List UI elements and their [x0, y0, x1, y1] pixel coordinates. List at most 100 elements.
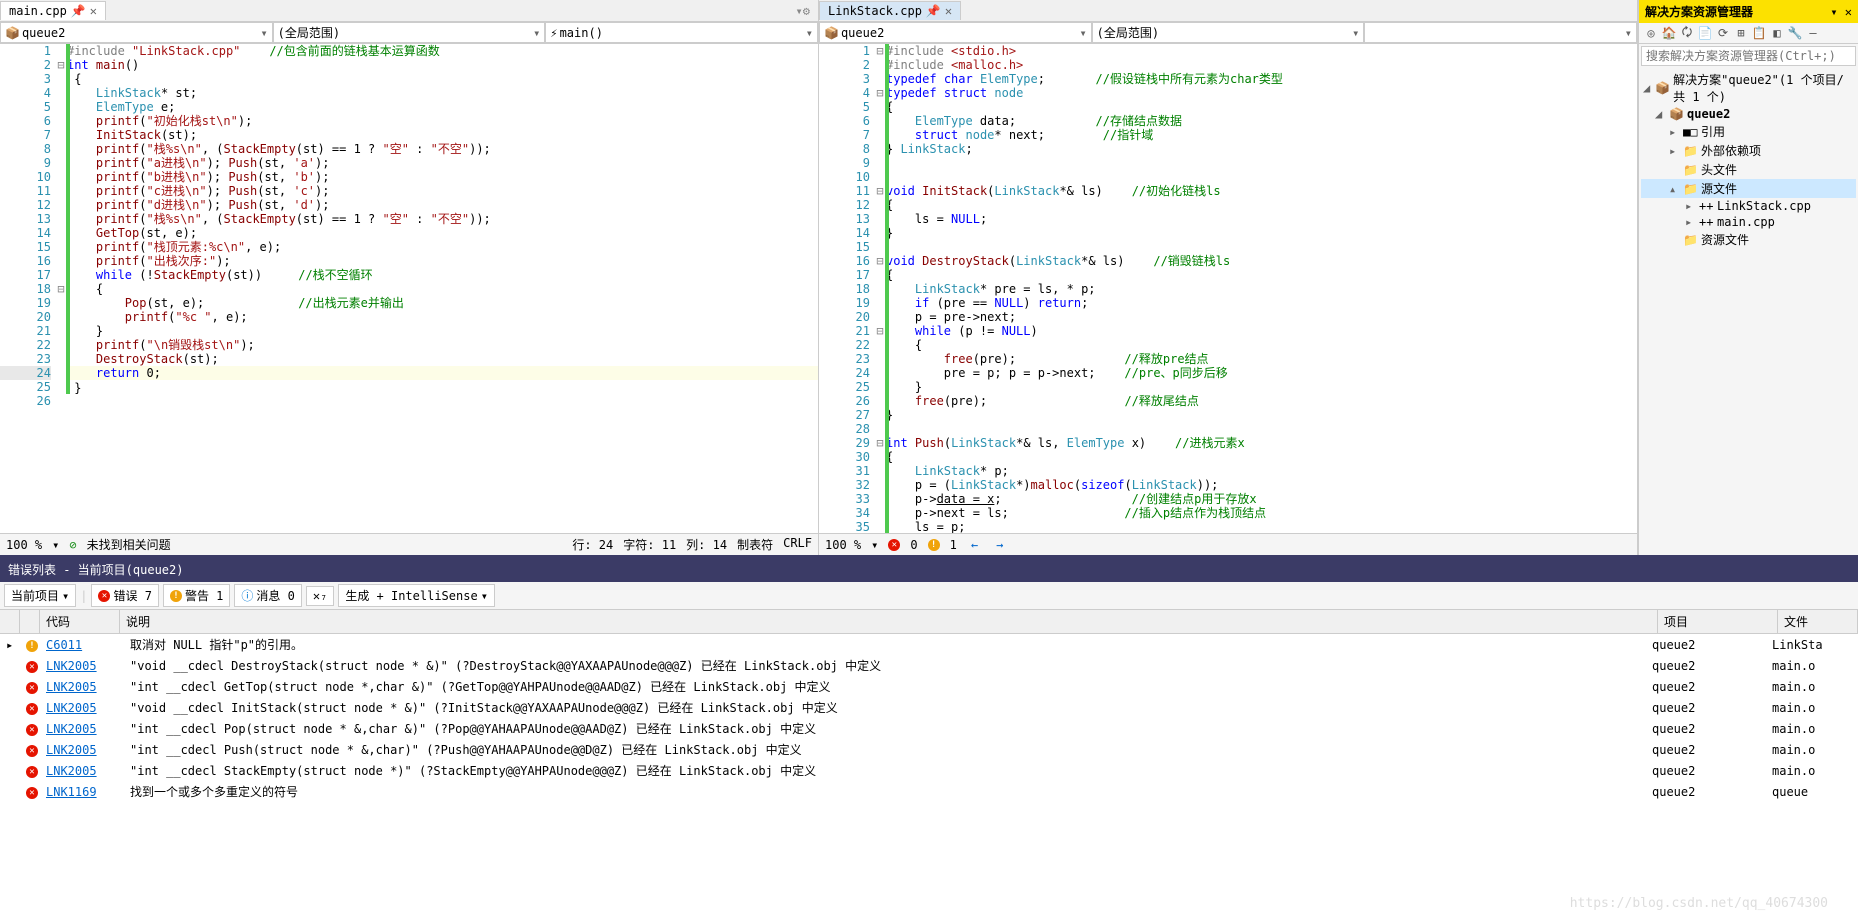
project-icon: 📦 — [1669, 107, 1683, 121]
solution-search[interactable] — [1641, 46, 1856, 66]
col-expand[interactable] — [0, 610, 20, 633]
wrench-icon[interactable]: 🔧 — [1787, 25, 1803, 41]
error-project: queue2 — [1652, 764, 1772, 778]
expand-icon[interactable]: ▸ — [6, 638, 26, 652]
tree-item[interactable]: ▸📁外部依赖项 — [1641, 141, 1856, 160]
pin-icon[interactable]: 📌 — [71, 4, 86, 18]
col-file[interactable]: 文件 — [1778, 610, 1858, 633]
tree-item[interactable]: ▸++main.cpp — [1641, 214, 1856, 230]
status-line: 行: 24 — [572, 536, 613, 553]
expand-icon[interactable]: ▸ — [1685, 215, 1695, 229]
error-row[interactable]: ✕LNK2005"int __cdecl Pop(struct node * &… — [0, 718, 1858, 739]
collapse-icon[interactable]: ◢ — [1655, 107, 1665, 121]
chevron-down-icon[interactable]: ▾ — [52, 538, 59, 552]
prev-error-icon[interactable]: ← — [967, 538, 982, 552]
code-text[interactable]: #include "LinkStack.cpp" //包含前面的链栈基本运算函数… — [67, 44, 818, 533]
error-file: main.o — [1772, 722, 1852, 736]
scope-function[interactable]: ⚡ main()▾ — [545, 22, 818, 43]
show-icon[interactable]: ◧ — [1769, 25, 1785, 41]
error-icon: ✕ — [98, 590, 110, 602]
error-row[interactable]: ✕LNK2005"void __cdecl InitStack(struct n… — [0, 697, 1858, 718]
chevron-down-icon[interactable]: ▾ — [871, 538, 878, 552]
expand-icon[interactable]: ▸ — [1669, 125, 1679, 139]
zoom-level[interactable]: 100 % — [6, 538, 42, 552]
tree-project[interactable]: ◢ 📦 queue2 — [1641, 106, 1856, 122]
close-icon[interactable]: ✕ — [90, 4, 97, 18]
col-code[interactable]: 代码 — [40, 610, 120, 633]
error-header-row: 代码 说明 项目 文件 — [0, 610, 1858, 634]
build-filter[interactable]: 生成 + IntelliSense ▾ — [338, 584, 495, 607]
messages-button[interactable]: ⓘ消息 0 — [234, 584, 301, 607]
sync-icon[interactable]: 🗘 — [1679, 25, 1695, 41]
error-code[interactable]: C6011 — [46, 638, 126, 652]
expand-icon[interactable]: ▴ — [1669, 182, 1679, 196]
error-code[interactable]: LNK2005 — [46, 680, 126, 694]
node-icon: ■□ — [1683, 125, 1697, 139]
right-code-area[interactable]: 1234567891011121314151617181920212223242… — [819, 44, 1637, 533]
next-error-icon[interactable]: → — [992, 538, 1007, 552]
error-code[interactable]: LNK1169 — [46, 785, 126, 799]
error-row[interactable]: ✕LNK2005"int __cdecl GetTop(struct node … — [0, 676, 1858, 697]
home-icon[interactable]: 🏠 — [1661, 25, 1677, 41]
error-project: queue2 — [1652, 701, 1772, 715]
chevron-down-icon[interactable]: ▾ ✕ — [1830, 5, 1852, 19]
expand-icon[interactable]: ▸ — [1669, 144, 1679, 158]
error-code[interactable]: LNK2005 — [46, 659, 126, 673]
zoom-level[interactable]: 100 % — [825, 538, 861, 552]
error-file: main.o — [1772, 701, 1852, 715]
pin-icon[interactable]: 📌 — [926, 4, 941, 18]
error-row[interactable]: ✕LNK2005"int __cdecl Push(struct node * … — [0, 739, 1858, 760]
tree-item[interactable]: ▴📁源文件 — [1641, 179, 1856, 198]
refresh-icon[interactable]: ⟳ — [1715, 25, 1731, 41]
collapse-icon[interactable]: ◢ — [1643, 81, 1651, 95]
search-input[interactable] — [1646, 49, 1851, 63]
scope-global[interactable]: (全局范围)▾ — [1092, 22, 1365, 43]
filter-icon[interactable]: ⊞ — [1733, 25, 1749, 41]
tree-item[interactable]: 📁头文件 — [1641, 160, 1856, 179]
error-code[interactable]: LNK2005 — [46, 764, 126, 778]
change-marker — [66, 44, 70, 394]
expand-icon[interactable]: ▸ — [1685, 199, 1695, 213]
left-code-area[interactable]: 1234567891011121314151617181920212223242… — [0, 44, 818, 533]
error-code[interactable]: LNK2005 — [46, 722, 126, 736]
col-icon[interactable] — [20, 610, 40, 633]
copy-icon[interactable]: 📋 — [1751, 25, 1767, 41]
scope-global[interactable]: (全局范围)▾ — [273, 22, 546, 43]
error-row[interactable]: ✕LNK2005"void __cdecl DestroyStack(struc… — [0, 655, 1858, 676]
error-code[interactable]: LNK2005 — [46, 743, 126, 757]
code-text[interactable]: #include <stdio.h>#include <malloc.h>typ… — [886, 44, 1637, 533]
status-col: 列: 14 — [686, 536, 727, 553]
chevron-down-icon: ▾ — [1079, 26, 1086, 40]
col-desc[interactable]: 说明 — [120, 610, 1658, 633]
error-row[interactable]: ▸!C6011取消对 NULL 指针"p"的引用。queue2LinkSta — [0, 634, 1858, 655]
filter-dropdown[interactable]: 当前项目 ▾ — [4, 584, 76, 607]
expand-icon[interactable] — [1669, 163, 1679, 177]
error-file: main.o — [1772, 743, 1852, 757]
error-file: LinkSta — [1772, 638, 1852, 652]
tab-main-cpp[interactable]: main.cpp 📌 ✕ — [0, 1, 106, 20]
errors-button[interactable]: ✕错误 7 — [91, 584, 158, 607]
node-icon: 📁 — [1683, 144, 1697, 158]
scope-function[interactable]: ▾ — [1364, 22, 1637, 43]
scope-project[interactable]: 📦 queue2▾ — [819, 22, 1092, 43]
scope-project[interactable]: 📦 queue2▾ — [0, 22, 273, 43]
col-proj[interactable]: 项目 — [1658, 610, 1778, 633]
close-icon[interactable]: ✕ — [945, 4, 952, 18]
tab-linkstack-cpp[interactable]: LinkStack.cpp 📌 ✕ — [819, 1, 961, 20]
warnings-button[interactable]: !警告 1 — [163, 584, 230, 607]
error-code[interactable]: LNK2005 — [46, 701, 126, 715]
more-icon[interactable]: — — [1805, 25, 1821, 41]
tree-item[interactable]: 📁资源文件 — [1641, 230, 1856, 249]
tree-solution-root[interactable]: ◢ 📦 解决方案"queue2"(1 个项目/共 1 个) — [1641, 70, 1856, 106]
expand-icon[interactable] — [1669, 233, 1679, 247]
gear-icon[interactable]: ▾⚙ — [796, 4, 810, 18]
error-row[interactable]: ✕LNK2005"int __cdecl StackEmpty(struct n… — [0, 760, 1858, 781]
back-icon[interactable]: ◎ — [1643, 25, 1659, 41]
tree-item[interactable]: ▸■□引用 — [1641, 122, 1856, 141]
node-icon: ++ — [1699, 215, 1713, 229]
doc-icon[interactable]: 📄 — [1697, 25, 1713, 41]
error-row[interactable]: ✕LNK1169找到一个或多个多重定义的符号queue2queue — [0, 781, 1858, 802]
clear-button[interactable]: ✕₇ — [306, 586, 334, 606]
solution-icon: 📦 — [1655, 81, 1669, 95]
tree-item[interactable]: ▸++LinkStack.cpp — [1641, 198, 1856, 214]
